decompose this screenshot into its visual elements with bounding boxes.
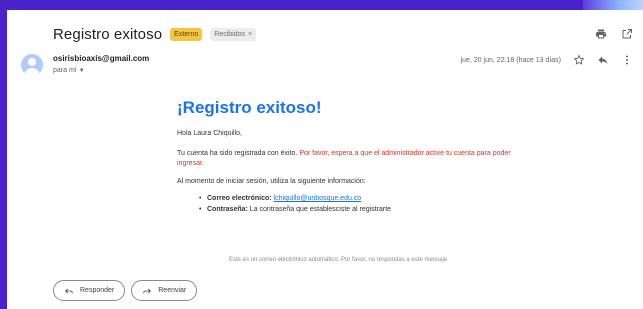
reply-label: Responder — [80, 287, 115, 294]
login-info-intro: Al momento de iniciar sesión, utiliza la… — [177, 178, 366, 185]
login-info-list: Correo electrónico: lchiquillo@unbosque.… — [177, 193, 537, 215]
corner-accent — [583, 0, 643, 10]
subject-row: Registro exitoso Externo Recibidos × — [53, 24, 257, 44]
email-panel: Registro exitoso Externo Recibidos × osi… — [7, 10, 643, 309]
chevron-down-icon[interactable]: ▼ — [79, 68, 85, 74]
window-frame-top — [0, 0, 643, 10]
avatar-head — [28, 58, 36, 66]
list-item-password: Contraseña: La contraseña que establesci… — [199, 204, 537, 215]
label-recibidos-text: Recibidos — [214, 30, 246, 38]
registration-paragraph: Tu cuenta ha sido registrada con éxito. … — [177, 149, 537, 169]
greeting: Hola Laura Chiquillo, — [177, 130, 242, 137]
star-icon[interactable] — [573, 54, 585, 66]
label-remove-icon[interactable]: × — [248, 30, 252, 39]
email-date: jue, 20 jun, 22:18 (hace 13 días) — [460, 56, 561, 64]
reply-icon — [65, 288, 73, 293]
more-vert-icon[interactable] — [621, 54, 633, 66]
email-subject: Registro exitoso — [53, 25, 163, 43]
avatar-body — [24, 68, 40, 76]
forward-button[interactable]: Reenviar — [131, 280, 198, 301]
label-recibidos[interactable]: Recibidos × — [210, 27, 257, 41]
email-label: Correo electrónico: — [207, 195, 272, 202]
recipient-text: para mí — [53, 67, 77, 74]
recipient-line[interactable]: para mí ▼ — [53, 67, 85, 74]
registration-confirmation: Tu cuenta ha sido registrada con éxito. — [177, 150, 300, 157]
label-externo[interactable]: Externo — [170, 27, 203, 41]
email-link[interactable]: lchiquillo@unbosque.edu.co — [274, 195, 362, 202]
open-in-new-window-icon[interactable] — [621, 28, 633, 40]
forward-icon — [143, 288, 152, 293]
body-title: ¡Registro exitoso! — [177, 98, 322, 117]
list-item-email: Correo electrónico: lchiquillo@unbosque.… — [199, 193, 537, 204]
date-row: jue, 20 jun, 22:18 (hace 13 días) — [461, 54, 633, 66]
top-toolbar — [595, 28, 633, 40]
password-label: Contraseña: — [207, 206, 248, 213]
reply-button[interactable]: Responder — [53, 280, 126, 301]
reply-icon[interactable] — [597, 54, 609, 66]
sender-email[interactable]: osirisbioaxis@gmail.com — [53, 54, 149, 63]
avatar[interactable] — [21, 54, 43, 76]
automatic-email-note: Este es un correo electrónico automático… — [229, 257, 449, 263]
action-buttons: Responder Reenviar — [53, 280, 198, 301]
print-icon[interactable] — [595, 28, 607, 40]
email-body: ¡Registro exitoso! Hola Laura Chiquillo,… — [177, 98, 537, 215]
forward-label: Reenviar — [158, 287, 187, 294]
password-value: La contraseña que establesciste al regis… — [249, 206, 392, 213]
